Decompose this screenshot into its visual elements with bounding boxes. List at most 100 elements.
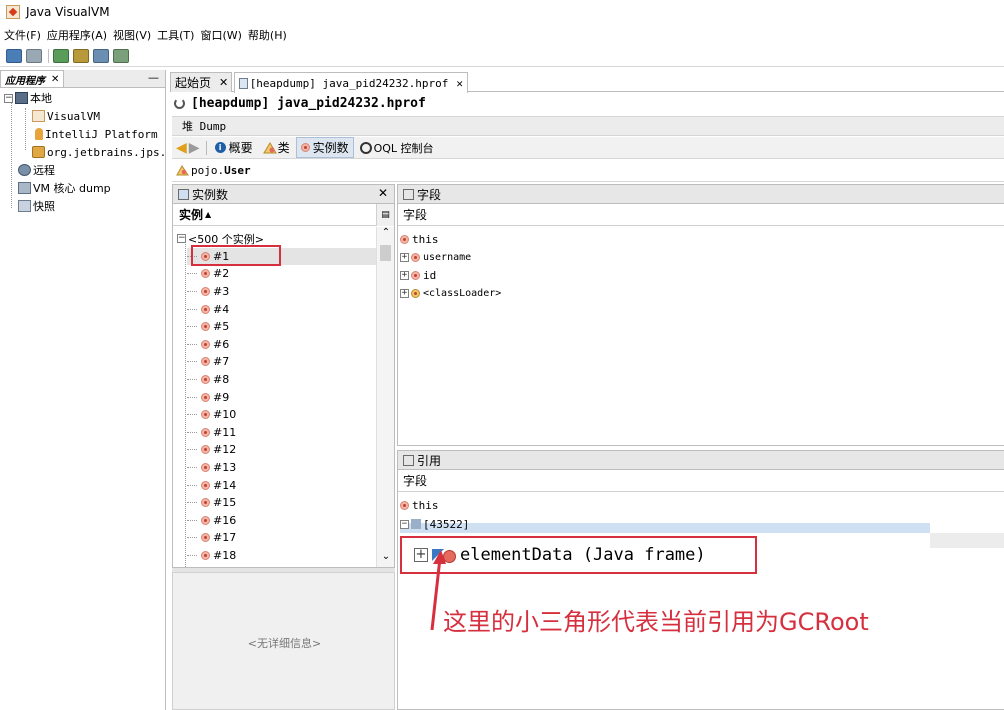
expand-icon[interactable]: + xyxy=(400,252,409,262)
references-column-label: 字段 xyxy=(403,474,428,488)
close-icon[interactable]: ✕ xyxy=(219,76,228,89)
field-name: id xyxy=(423,268,437,282)
instance-row[interactable]: #8 xyxy=(187,371,229,389)
instance-row[interactable]: #16 xyxy=(187,512,236,530)
instance-row[interactable]: #14 xyxy=(187,476,236,494)
tree-node-local[interactable]: − 本地 xyxy=(4,89,52,107)
close-icon[interactable]: ✕ xyxy=(378,186,388,200)
add-remote-host-icon[interactable] xyxy=(73,48,89,63)
reference-name: [43522] xyxy=(423,517,470,531)
instance-label: #11 xyxy=(213,425,237,439)
instances-scrollbar[interactable]: ⌃ ⌄ xyxy=(376,227,394,567)
instance-label: #4 xyxy=(213,302,230,316)
scroll-thumb[interactable] xyxy=(380,245,391,261)
instance-row[interactable]: #9 xyxy=(187,388,229,406)
instance-row[interactable]: #7 xyxy=(187,353,229,371)
reference-row-array[interactable]: − [43522] xyxy=(400,515,930,533)
oql-console-button[interactable]: OQL 控制台 xyxy=(356,139,438,157)
tree-node-core-dump[interactable]: VM 核心 dump xyxy=(18,179,111,197)
summary-button[interactable]: i 概要 xyxy=(211,138,257,157)
menu-view[interactable]: 视图(V) xyxy=(111,27,153,43)
menu-bar: 文件(F) 应用程序(A) 视图(V) 工具(T) 窗口(W) 帮助(H) xyxy=(0,25,291,45)
tab-heapdump[interactable]: [heapdump] java_pid24232.hprof ✕ xyxy=(234,72,468,93)
instance-row[interactable]: #17 xyxy=(187,529,236,547)
instance-label: #8 xyxy=(213,373,230,387)
tree-label: org.jetbrains.jps. xyxy=(47,145,167,159)
instances-column-header[interactable]: 实例 ▲ ▤ xyxy=(173,204,394,226)
instance-row[interactable]: #13 xyxy=(187,459,236,477)
menu-help[interactable]: 帮助(H) xyxy=(246,27,289,43)
main-toolbar xyxy=(0,45,1004,67)
add-snapshot-icon[interactable] xyxy=(113,48,129,63)
minimize-icon[interactable]: — xyxy=(148,71,159,84)
back-arrow-icon[interactable]: ◀ xyxy=(176,140,187,156)
menu-tools[interactable]: 工具(T) xyxy=(155,27,196,43)
expand-icon[interactable]: + xyxy=(400,270,409,280)
tree-guide-line xyxy=(187,502,197,504)
tree-node-intellij[interactable]: IntelliJ Platform xyxy=(32,125,158,143)
field-row-classloader[interactable]: + <classLoader> xyxy=(400,284,501,302)
references-column-header[interactable]: 字段 xyxy=(398,470,1004,492)
gc-root-reference-highlight[interactable]: + elementData (Java frame) xyxy=(400,536,757,574)
field-name: <classLoader> xyxy=(423,287,502,299)
save-icon[interactable] xyxy=(26,48,42,63)
tab-start-page[interactable]: 起始页 ✕ xyxy=(170,72,232,92)
instance-icon xyxy=(411,252,420,262)
close-icon[interactable]: ✕ xyxy=(51,74,59,85)
fields-column-header[interactable]: 字段 xyxy=(398,204,1004,226)
column-selector-icon[interactable]: ▤ xyxy=(376,204,394,226)
scroll-up-icon[interactable]: ⌃ xyxy=(377,227,395,243)
tree-node-remote[interactable]: 远程 xyxy=(18,161,55,179)
local-host-icon xyxy=(15,92,28,104)
tree-guide-line xyxy=(185,239,186,567)
tree-guide-line xyxy=(187,414,197,416)
instance-icon xyxy=(201,322,210,332)
add-jmx-connection-icon[interactable] xyxy=(53,48,69,63)
instance-row[interactable]: #15 xyxy=(187,494,236,512)
instance-row[interactable]: #2 xyxy=(187,265,229,283)
tree-guide-line xyxy=(25,108,26,150)
tree-node-snapshots[interactable]: 快照 xyxy=(18,197,55,215)
applications-tab-bar: 应用程序 ✕ — xyxy=(0,70,165,88)
load-snapshot-icon[interactable] xyxy=(6,48,22,63)
page-title-text: [heapdump] java_pid24232.hprof xyxy=(191,96,426,111)
instance-row[interactable]: #12 xyxy=(187,441,236,459)
field-row-id[interactable]: + id xyxy=(400,266,436,284)
close-icon[interactable]: ✕ xyxy=(456,77,463,90)
instances-button[interactable]: 实例数 xyxy=(295,137,354,158)
collapse-icon[interactable]: − xyxy=(400,519,409,529)
menu-window[interactable]: 窗口(W) xyxy=(198,27,243,43)
instance-icon xyxy=(400,500,409,510)
tab-applications[interactable]: 应用程序 ✕ xyxy=(0,70,65,87)
tree-guide-line xyxy=(187,519,197,521)
collapse-icon[interactable]: − xyxy=(177,234,186,244)
collapse-icon[interactable]: − xyxy=(4,93,13,103)
classes-button[interactable]: 类 xyxy=(259,138,294,157)
tree-guide-line xyxy=(187,361,197,363)
menu-file[interactable]: 文件(F) xyxy=(2,27,43,43)
instances-list: − <500 个实例> #1 #2 #3 #4 #5 #6 #7 #8 #9 #10 #11 #12 #… xyxy=(173,227,377,567)
instance-row[interactable]: #5 xyxy=(187,318,229,336)
instance-icon xyxy=(201,515,210,525)
instance-row[interactable]: #3 xyxy=(187,283,229,301)
instance-row[interactable]: #10 xyxy=(187,406,236,424)
field-row-username[interactable]: + username xyxy=(400,248,471,266)
instance-row[interactable]: #6 xyxy=(187,336,229,354)
instance-row[interactable]: #4 xyxy=(187,300,229,318)
expand-icon[interactable]: + xyxy=(400,288,409,298)
scroll-down-icon[interactable]: ⌄ xyxy=(377,551,395,567)
instance-row[interactable]: #18 xyxy=(187,547,236,565)
add-vm-coredump-icon[interactable] xyxy=(93,48,109,63)
reference-row-this[interactable]: this xyxy=(400,496,439,514)
instance-row[interactable]: #11 xyxy=(187,424,236,442)
instance-label: #2 xyxy=(213,267,230,281)
fields-panel-header: 字段 xyxy=(398,185,1004,204)
tree-node-jetbrains[interactable]: org.jetbrains.jps. xyxy=(32,143,166,161)
field-row-this[interactable]: this xyxy=(400,230,439,248)
oql-icon xyxy=(359,141,372,154)
tree-node-visualvm[interactable]: VisualVM xyxy=(32,107,100,125)
forward-arrow-icon[interactable]: ▶ xyxy=(189,140,200,156)
menu-applications[interactable]: 应用程序(A) xyxy=(45,27,109,43)
instance-icon xyxy=(201,427,210,437)
tree-label: 快照 xyxy=(33,200,55,213)
